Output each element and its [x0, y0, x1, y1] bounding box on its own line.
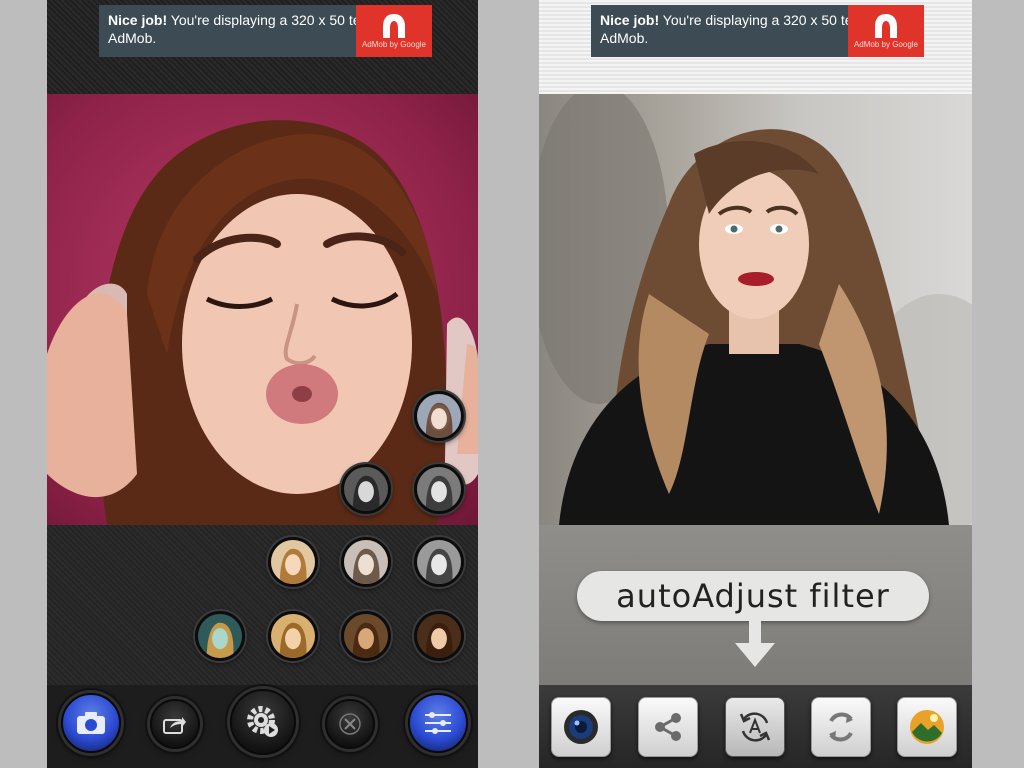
ad-logo-caption: AdMob by Google	[361, 40, 427, 49]
ad-headline: Nice job!	[600, 12, 660, 28]
settings-play-icon	[247, 706, 278, 737]
close-button[interactable]	[325, 699, 375, 749]
ad-logo-caption: AdMob by Google	[853, 40, 919, 49]
ad-area: Nice job! You're displaying a 320 x 50 t…	[47, 0, 478, 94]
auto-adjust-button[interactable]	[725, 697, 785, 757]
filter-thumb[interactable]	[341, 537, 391, 587]
ad-headline: Nice job!	[108, 12, 168, 28]
filter-info-panel: autoAdjust filter	[539, 525, 972, 685]
filter-thumb[interactable]	[268, 611, 318, 661]
camera-lens-icon	[564, 710, 598, 744]
landscape-icon	[910, 710, 944, 744]
filter-callout: autoAdjust filter	[577, 571, 929, 621]
share-button[interactable]	[150, 699, 200, 749]
close-icon	[339, 713, 361, 735]
left-phone-screen: Nice job! You're displaying a 320 x 50 t…	[47, 0, 478, 768]
sliders-icon	[425, 712, 451, 734]
main-photo	[539, 94, 972, 525]
down-arrow-icon	[735, 619, 775, 667]
filter-thumb[interactable]	[341, 464, 391, 514]
filter-thumb[interactable]	[414, 537, 464, 587]
main-photo	[47, 94, 478, 525]
bottom-toolbar	[47, 685, 478, 768]
filter-thumb[interactable]	[268, 537, 318, 587]
right-phone-screen: Nice job! You're displaying a 320 x 50 t…	[539, 0, 972, 768]
share-icon	[655, 713, 681, 741]
ad-banner[interactable]: Nice job! You're displaying a 320 x 50 t…	[99, 5, 432, 57]
filter-thumb[interactable]	[414, 464, 464, 514]
settings-play-button[interactable]	[230, 689, 296, 755]
filter-thumb[interactable]	[414, 391, 464, 441]
share-button[interactable]	[638, 697, 698, 757]
refresh-button[interactable]	[811, 697, 871, 757]
filter-thumb[interactable]	[341, 611, 391, 661]
camera-button[interactable]	[551, 697, 611, 757]
filter-thumb[interactable]	[195, 611, 245, 661]
filter-thumb[interactable]	[414, 611, 464, 661]
admob-logo: AdMob by Google	[848, 5, 924, 57]
auto-adjust-icon	[739, 712, 771, 742]
ad-area: Nice job! You're displaying a 320 x 50 t…	[539, 0, 972, 94]
camera-button[interactable]	[61, 693, 121, 753]
ad-banner[interactable]: Nice job! You're displaying a 320 x 50 t…	[591, 5, 924, 57]
filter-panel	[47, 525, 478, 685]
refresh-icon	[829, 712, 853, 742]
bottom-toolbar	[539, 685, 972, 768]
portrait-illustration	[539, 94, 972, 525]
admob-logo: AdMob by Google	[356, 5, 432, 57]
share-icon	[163, 717, 186, 734]
camera-icon	[77, 712, 105, 734]
portrait-illustration	[47, 120, 478, 525]
gallery-button[interactable]	[897, 697, 957, 757]
adjustments-button[interactable]	[408, 693, 468, 753]
